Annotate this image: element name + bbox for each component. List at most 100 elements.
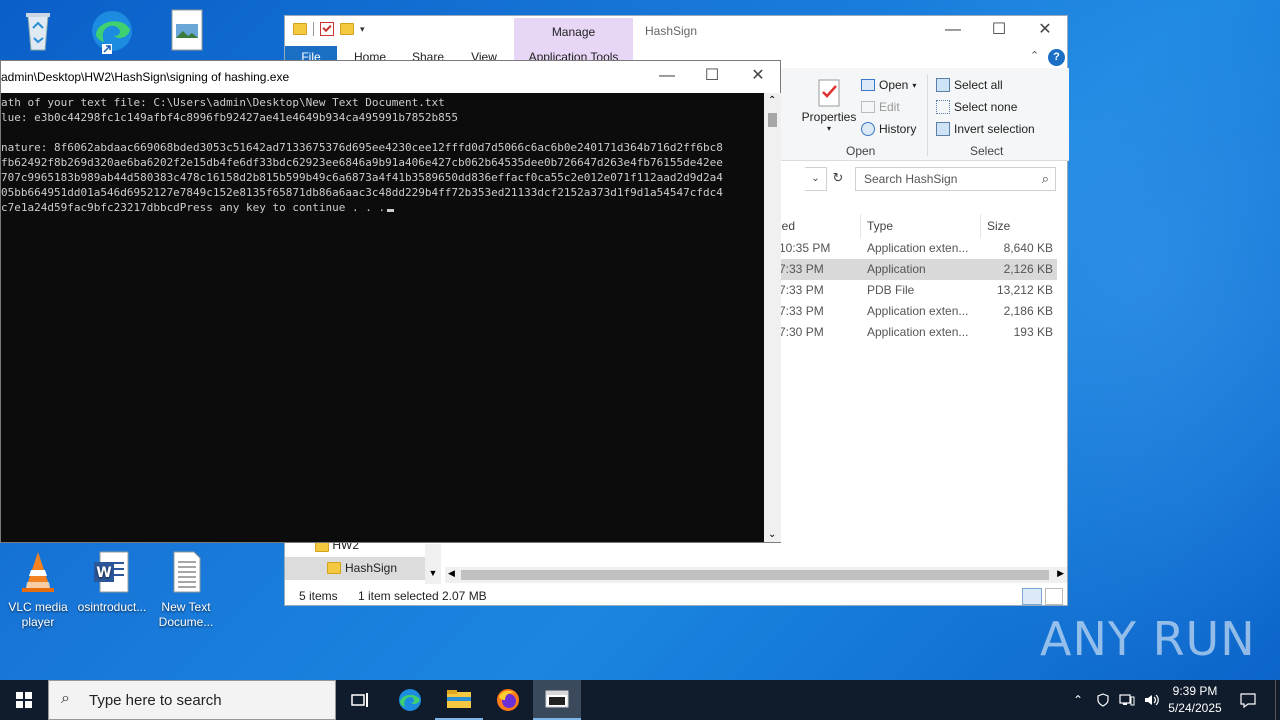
select-all-icon bbox=[936, 78, 950, 92]
edge-icon[interactable] bbox=[74, 6, 150, 58]
file-date-modified: 7:30 PM bbox=[779, 325, 824, 339]
console-maximize-button[interactable]: ☐ bbox=[689, 62, 735, 92]
search-input[interactable]: Search HashSign ⌕ bbox=[855, 167, 1056, 191]
nav-item-hashsign[interactable]: HashSign bbox=[285, 557, 425, 580]
scroll-up-icon[interactable]: ⌃ bbox=[768, 95, 776, 106]
scroll-down-icon[interactable]: ▼ bbox=[425, 568, 441, 578]
select-all-label: Select all bbox=[954, 78, 1003, 92]
file-row[interactable]: 7:30 PM Application exten... 193 KB bbox=[779, 322, 1057, 343]
scrollbar-thumb[interactable] bbox=[461, 570, 1049, 580]
show-desktop-button[interactable] bbox=[1275, 680, 1280, 720]
edit-label: Edit bbox=[879, 100, 900, 114]
taskbar-firefox-button[interactable] bbox=[484, 680, 532, 720]
select-none-button[interactable]: Select none bbox=[936, 100, 1017, 114]
console-line: 05bb664951dd01a546d6952127e7849c152e8135… bbox=[1, 186, 723, 199]
close-button[interactable]: ✕ bbox=[1022, 16, 1068, 46]
notifications-button[interactable] bbox=[1234, 680, 1262, 720]
scrollbar-thumb[interactable] bbox=[768, 113, 777, 127]
status-selected-size: 2.07 MB bbox=[442, 589, 487, 603]
nav-hashsign-label: HashSign bbox=[345, 561, 398, 575]
file-row[interactable]: 10:35 PM Application exten... 8,640 KB bbox=[779, 238, 1057, 259]
open-button[interactable]: Open ▾ bbox=[861, 78, 916, 92]
task-view-icon bbox=[351, 693, 368, 707]
select-group-label: Select bbox=[970, 144, 1004, 158]
refresh-icon[interactable]: ↻ bbox=[828, 167, 848, 191]
properties-button[interactable]: Properties ▾ bbox=[801, 78, 857, 133]
help-icon[interactable]: ? bbox=[1048, 49, 1065, 66]
text-doc-label: New Text Docume... bbox=[158, 600, 214, 629]
console-scrollbar[interactable]: ⌃ ⌄ bbox=[764, 93, 781, 542]
file-list-horizontal-scrollbar[interactable]: ◀ ▶ bbox=[445, 567, 1067, 583]
taskbar-search-box[interactable]: ⌕ Type here to search bbox=[48, 680, 336, 720]
recycle-bin-icon[interactable] bbox=[0, 6, 76, 58]
column-header-date-modified[interactable]: ied bbox=[779, 214, 795, 238]
history-button[interactable]: History bbox=[861, 122, 916, 136]
notification-icon bbox=[1240, 693, 1256, 708]
file-size: 2,186 KB bbox=[1003, 304, 1053, 318]
edit-button[interactable]: Edit bbox=[861, 100, 900, 114]
edit-icon bbox=[861, 101, 875, 113]
window-title: HashSign bbox=[645, 24, 698, 38]
taskbar-console-button[interactable] bbox=[533, 680, 581, 720]
large-icons-view-icon[interactable] bbox=[1045, 588, 1063, 605]
scroll-down-icon[interactable]: ⌄ bbox=[768, 529, 776, 540]
file-size: 2,126 KB bbox=[1003, 262, 1053, 276]
file-row[interactable]: 7:33 PM PDB File 13,212 KB bbox=[779, 280, 1057, 301]
start-button[interactable] bbox=[0, 680, 48, 720]
maximize-button[interactable]: ☐ bbox=[976, 16, 1022, 46]
address-dropdown-icon[interactable]: ⌄ bbox=[805, 167, 827, 191]
console-line: c7e1a24d59fac9bfc23217dbbcdPress any key… bbox=[1, 200, 723, 215]
collapse-ribbon-icon[interactable]: ⌃ bbox=[1030, 49, 1039, 62]
file-type: Application exten... bbox=[867, 241, 969, 255]
select-none-icon bbox=[936, 100, 950, 114]
console-text: ath of your text file: C:\Users\admin\De… bbox=[1, 95, 723, 215]
taskbar-clock[interactable]: 9:39 PM 5/24/2025 bbox=[1160, 683, 1230, 717]
column-header-size[interactable]: Size bbox=[980, 214, 1058, 238]
taskbar-file-explorer-button[interactable] bbox=[435, 680, 483, 720]
taskbar-edge-button[interactable] bbox=[386, 680, 434, 720]
console-minimize-button[interactable]: — bbox=[644, 62, 690, 92]
customize-toolbar-icon[interactable]: ▾ bbox=[360, 24, 365, 35]
tab-manage[interactable]: Manage bbox=[514, 18, 633, 46]
file-row[interactable]: 7:33 PM Application 2,126 KB bbox=[779, 259, 1057, 280]
console-title: admin\Desktop\HW2\HashSign\signing of ha… bbox=[1, 70, 290, 84]
file-date-modified: 7:33 PM bbox=[779, 262, 824, 276]
file-type: PDB File bbox=[867, 283, 915, 297]
security-tray-icon[interactable] bbox=[1092, 680, 1114, 720]
console-output[interactable]: ath of your text file: C:\Users\admin\De… bbox=[1, 93, 764, 542]
minimize-button[interactable]: — bbox=[930, 16, 976, 46]
scroll-right-icon[interactable]: ▶ bbox=[1057, 568, 1064, 579]
file-date-modified: 7:33 PM bbox=[779, 304, 824, 318]
word-doc-icon[interactable]: W osintroduct... bbox=[74, 548, 150, 615]
select-all-button[interactable]: Select all bbox=[936, 78, 1003, 92]
nav-pane-scrollbar[interactable]: ▼ bbox=[425, 544, 441, 584]
network-tray-icon[interactable] bbox=[1116, 680, 1138, 720]
vlc-icon[interactable]: VLC media player bbox=[0, 548, 76, 630]
invert-selection-button[interactable]: Invert selection bbox=[936, 122, 1035, 136]
picture-file-icon[interactable] bbox=[148, 6, 224, 58]
explorer-titlebar: ▾ Manage HashSign — ☐ ✕ bbox=[285, 16, 1067, 46]
text-doc-icon[interactable]: New Text Docume... bbox=[148, 548, 224, 630]
search-icon: ⌕ bbox=[61, 690, 70, 707]
show-hidden-icons-button[interactable]: ⌃ bbox=[1068, 680, 1088, 720]
scroll-left-icon[interactable]: ◀ bbox=[448, 568, 455, 579]
file-row[interactable]: 7:33 PM Application exten... 2,186 KB bbox=[779, 301, 1057, 322]
column-header-type[interactable]: Type bbox=[860, 214, 980, 238]
file-size: 8,640 KB bbox=[1003, 241, 1053, 255]
shield-icon bbox=[1097, 693, 1109, 707]
new-folder-quick-icon[interactable] bbox=[340, 23, 354, 35]
details-view-icon[interactable] bbox=[1022, 588, 1042, 605]
properties-quick-icon[interactable] bbox=[320, 22, 334, 36]
clock-time: 9:39 PM bbox=[1172, 684, 1218, 698]
file-type: Application bbox=[867, 262, 926, 276]
console-titlebar: admin\Desktop\HW2\HashSign\signing of ha… bbox=[1, 61, 780, 93]
task-view-button[interactable] bbox=[336, 680, 384, 720]
select-none-label: Select none bbox=[954, 100, 1018, 114]
file-type: Application exten... bbox=[867, 304, 969, 318]
console-window: admin\Desktop\HW2\HashSign\signing of ha… bbox=[0, 60, 781, 543]
history-icon bbox=[861, 122, 875, 136]
folder-icon bbox=[327, 562, 341, 574]
volume-tray-icon[interactable] bbox=[1140, 680, 1162, 720]
console-close-button[interactable]: ✕ bbox=[735, 62, 781, 92]
folder-icon bbox=[293, 23, 307, 35]
